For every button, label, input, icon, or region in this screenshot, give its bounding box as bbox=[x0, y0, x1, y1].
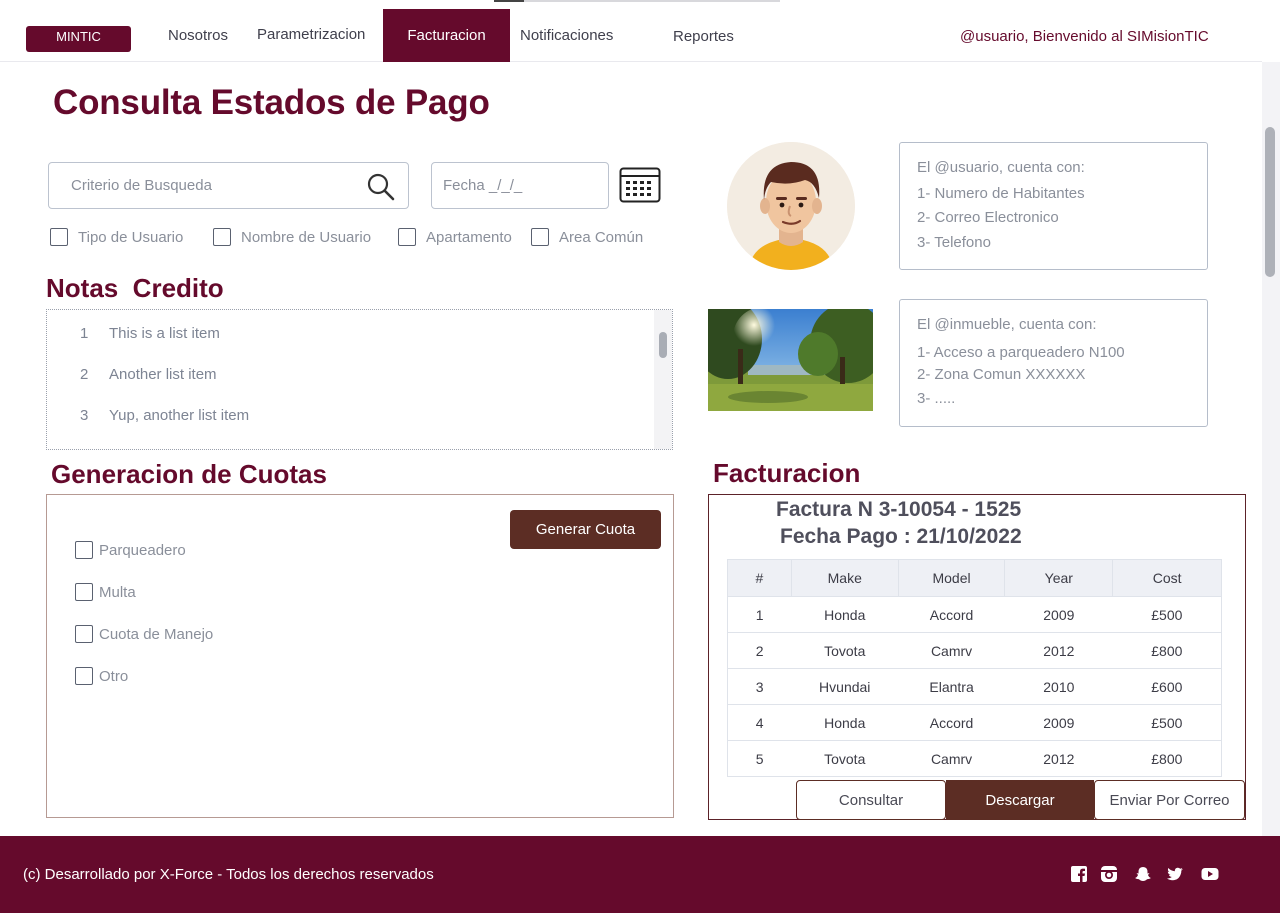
twitter-icon[interactable] bbox=[1166, 865, 1184, 883]
checkbox[interactable] bbox=[75, 583, 93, 601]
list-item[interactable]: 3 Yup, another list item bbox=[80, 407, 249, 424]
nav-link-nosotros[interactable]: Nosotros bbox=[168, 27, 228, 44]
generacion-cuotas-title: Generacion de Cuotas bbox=[51, 459, 327, 489]
generar-cuota-button[interactable]: Generar Cuota bbox=[510, 510, 661, 549]
col-header: Make bbox=[790, 559, 899, 597]
notas-credito-title: Notas Credito bbox=[46, 273, 224, 303]
avatar-image bbox=[727, 142, 855, 270]
table-row[interactable]: 2 Tovota Camrv 2012 £800 bbox=[727, 632, 1222, 669]
checkbox[interactable] bbox=[50, 228, 68, 246]
table-row[interactable]: 5 Tovota Camrv 2012 £800 bbox=[727, 740, 1222, 777]
search-input[interactable]: Criterio de Busqueda bbox=[48, 162, 409, 209]
checkbox[interactable] bbox=[398, 228, 416, 246]
filter-tipo-usuario[interactable]: Tipo de Usuario bbox=[50, 228, 183, 246]
col-header: Cost bbox=[1112, 559, 1222, 597]
cuota-option-manejo[interactable]: Cuota de Manejo bbox=[75, 625, 213, 643]
table-row[interactable]: 1 Honda Accord 2009 £500 bbox=[727, 596, 1222, 633]
table-header-row: # Make Model Year Cost bbox=[727, 559, 1222, 597]
checkbox[interactable] bbox=[213, 228, 231, 246]
table-row[interactable]: 4 Honda Accord 2009 £500 bbox=[727, 704, 1222, 741]
checkbox[interactable] bbox=[75, 667, 93, 685]
page-scrollbar-thumb[interactable] bbox=[1265, 127, 1275, 277]
checkbox[interactable] bbox=[75, 625, 93, 643]
col-header: Model bbox=[897, 559, 1006, 597]
col-header: Year bbox=[1004, 559, 1114, 597]
facturacion-title: Facturacion bbox=[713, 458, 861, 488]
factura-fecha: Fecha Pago : 21/10/2022 bbox=[780, 525, 1022, 548]
col-header: # bbox=[727, 559, 792, 597]
usuario-info-box: El @usuario, cuenta con: 1- Numero de Ha… bbox=[899, 142, 1208, 270]
search-icon[interactable] bbox=[366, 172, 396, 202]
park-image bbox=[708, 309, 873, 411]
list-scrollbar-thumb[interactable] bbox=[659, 332, 667, 358]
brand-logo-button[interactable]: MINTIC bbox=[26, 26, 131, 52]
cuota-option-parqueadero[interactable]: Parqueadero bbox=[75, 541, 186, 559]
snapchat-icon[interactable] bbox=[1134, 865, 1152, 883]
checkbox[interactable] bbox=[75, 541, 93, 559]
consultar-button[interactable]: Consultar bbox=[796, 780, 946, 820]
filter-apartamento[interactable]: Apartamento bbox=[398, 228, 512, 246]
cuota-option-otro[interactable]: Otro bbox=[75, 667, 128, 685]
list-scrollbar[interactable] bbox=[654, 310, 672, 449]
nav-link-parametrizacion[interactable]: Parametrizacion bbox=[257, 26, 365, 43]
instagram-icon[interactable] bbox=[1100, 865, 1118, 883]
cuota-option-multa[interactable]: Multa bbox=[75, 583, 136, 601]
nav-link-facturacion[interactable]: Facturacion bbox=[383, 9, 510, 62]
list-item[interactable]: 2 Another list item bbox=[80, 366, 217, 383]
factura-number: Factura N 3-10054 - 1525 bbox=[776, 498, 1022, 521]
factura-table: # Make Model Year Cost 1 Honda Accord 2009 £… bbox=[727, 559, 1222, 777]
table-row[interactable]: 3 Hvundai Elantra 2010 £600 bbox=[727, 668, 1222, 705]
date-placeholder: Fecha _/_/_ bbox=[443, 177, 523, 194]
calendar-icon[interactable] bbox=[619, 167, 661, 203]
youtube-icon[interactable] bbox=[1201, 865, 1219, 883]
welcome-message: @usuario, Bienvenido al SIMisionTIC bbox=[960, 28, 1209, 45]
nav-link-reportes[interactable]: Reportes bbox=[673, 28, 734, 45]
date-input[interactable]: Fecha _/_/_ bbox=[431, 162, 609, 209]
user-avatar bbox=[727, 142, 855, 270]
top-divider bbox=[494, 0, 780, 2]
descargar-button[interactable]: Descargar bbox=[946, 780, 1094, 820]
top-divider-accent bbox=[494, 0, 524, 2]
nav-link-notificaciones[interactable]: Notificaciones bbox=[520, 27, 613, 44]
checkbox[interactable] bbox=[531, 228, 549, 246]
notas-credito-list[interactable]: 1 This is a list item 2 Another list item … bbox=[46, 309, 673, 450]
facebook-icon[interactable] bbox=[1070, 865, 1088, 883]
filter-nombre-usuario[interactable]: Nombre de Usuario bbox=[213, 228, 371, 246]
inmueble-photo bbox=[708, 309, 873, 411]
inmueble-info-box: El @inmueble, cuenta con: 1- Acceso a pa… bbox=[899, 299, 1208, 427]
list-item[interactable]: 1 This is a list item bbox=[80, 325, 220, 342]
filter-area-comun[interactable]: Area Común bbox=[531, 228, 643, 246]
footer-copyright: (c) Desarrollado por X-Force - Todos los… bbox=[23, 866, 434, 883]
page-title: Consulta Estados de Pago bbox=[53, 83, 490, 122]
search-placeholder: Criterio de Busqueda bbox=[71, 177, 212, 194]
enviar-correo-button[interactable]: Enviar Por Correo bbox=[1094, 780, 1245, 820]
